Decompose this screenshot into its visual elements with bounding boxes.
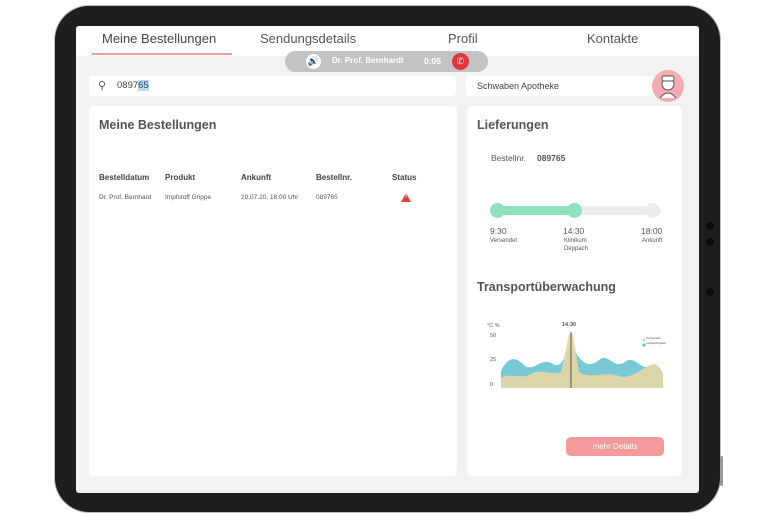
pharmacy-field: Schwaben Apotheke (466, 76, 680, 96)
transport-chart (501, 332, 663, 388)
column-header: Status (392, 173, 417, 182)
legend-label: Luftfeuchtigkeit (646, 341, 667, 345)
tab-profil[interactable]: Profil (448, 31, 478, 46)
orders-card: Meine Bestellungen (89, 106, 457, 476)
orders-title: Meine Bestellungen (99, 118, 217, 132)
camera-dot (706, 238, 714, 246)
column-header: Produkt (165, 173, 196, 182)
column-header: Ankunft (241, 173, 272, 182)
step-time: 18:00 (641, 226, 663, 236)
y-tick: 0 (490, 382, 494, 388)
tab-meine-bestellungen[interactable]: Meine Bestellungen (102, 31, 216, 46)
step-label: Ankunft (642, 238, 663, 244)
cell-ankunft[interactable]: 20.07.20, 18:00 Uhr (241, 194, 298, 201)
search-input[interactable]: 089765 (117, 80, 149, 91)
hang-up-icon[interactable]: ✆ (452, 53, 469, 70)
order-number-label: Bestellnr. (491, 153, 526, 163)
step-dot-ankunft[interactable] (645, 203, 660, 218)
cell-bestelldatum[interactable]: Dr. Prof. Bernhard (99, 194, 151, 201)
side-button (720, 456, 723, 486)
active-tab-indicator (92, 53, 232, 55)
warning-icon[interactable]: ! (401, 193, 411, 202)
step-label: Versendet (490, 238, 518, 244)
y-tick: 25 (490, 357, 497, 363)
step-sublabel: Deppach (564, 246, 589, 252)
camera-dot (706, 222, 714, 230)
speaker-icon[interactable]: 🔊 (306, 54, 321, 69)
order-number: 089765 (537, 153, 566, 163)
cell-produkt[interactable]: Impfstoff Grippe (165, 194, 211, 201)
camera-dot (706, 288, 714, 296)
tab-sendungsdetails[interactable]: Sendungsdetails (260, 31, 356, 46)
unit-labels: °C % (487, 323, 500, 329)
pharmacy-name: Schwaben Apotheke (477, 81, 560, 91)
caller-name: Dr. Prof. Bernhardt (332, 56, 404, 65)
cell-bestellnr[interactable]: 089765 (316, 194, 338, 201)
step-dot-versendet[interactable] (490, 203, 505, 218)
more-details-button[interactable]: mehr Details (566, 437, 664, 456)
search-icon: ⚲ (98, 80, 107, 92)
app-screen: Meine Bestellungen Sendungsdetails Profi… (76, 26, 699, 493)
deliveries-title: Lieferungen (477, 118, 549, 132)
step-label: Klinikum (564, 238, 587, 244)
column-header: Bestelldatum (99, 173, 150, 182)
legend-label: Temperatur (646, 336, 662, 340)
step-time: 14:30 (563, 226, 585, 236)
progress-fill (494, 206, 578, 215)
step-dot-klinikum[interactable] (567, 203, 582, 218)
step-time: 9:30 (490, 226, 507, 236)
y-tick: 50 (490, 333, 497, 339)
transport-title: Transportüberwachung (477, 280, 616, 294)
column-header: Bestellnr. (316, 173, 353, 182)
call-duration: 0:05 (424, 56, 442, 66)
search-field[interactable]: ⚲ 089765 (89, 76, 456, 96)
avatar[interactable] (652, 70, 684, 102)
call-bar: 🔊 Dr. Prof. Bernhardt 0:05 ✆ (285, 51, 488, 72)
tab-kontakte[interactable]: Kontakte (587, 31, 638, 46)
